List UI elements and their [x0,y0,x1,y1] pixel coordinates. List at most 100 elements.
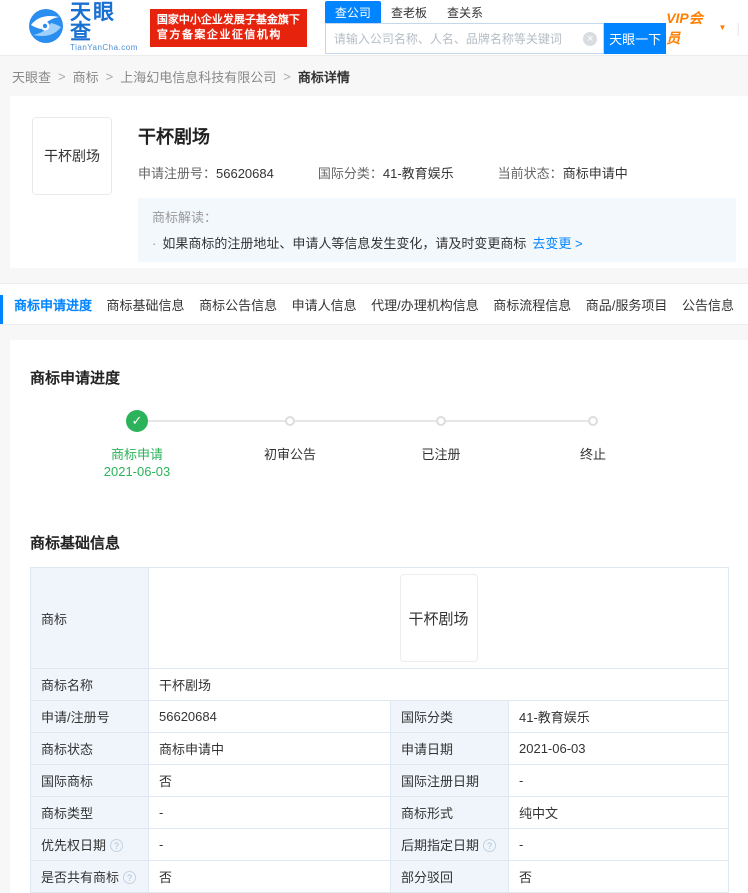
row-label-text: 优先权日期 [41,838,107,853]
row-label: 国际注册日期 [390,764,509,797]
page-title: 干杯剧场 [138,127,210,147]
trademark-summary-card: 干杯剧场 干杯剧场 申请注册号：56620684 国际分类：41-教育娱乐 当前… [10,96,748,268]
status-value: 商标申请中 [562,166,628,181]
breadcrumb-home[interactable]: 天眼查 [12,67,51,86]
chevron-down-icon: ▼ [718,23,727,32]
step-label-preliminary: 初审公告 [263,447,316,462]
basic-info-section-heading: 商标基础信息 [30,535,121,552]
tab-goods-services[interactable]: 商品/服务项目 [586,295,668,314]
help-icon[interactable]: ? [483,839,497,852]
main-content: 商标申请进度 ✓ 商标申请 初审公告 已注册 终止 2021-06-03 商标基… [10,340,748,893]
tab-application-progress[interactable]: 商标申请进度 [14,295,92,314]
badge-line1: 国家中小企业发展子基金旗下 [156,13,300,26]
tab-agency-info[interactable]: 代理/办理机构信息 [371,295,479,314]
row-value: 否 [148,764,391,797]
search-module: 查公司 查老板 查关系 × 天眼一下 [324,1,667,54]
go-change-link[interactable]: 去变更 > [532,236,582,251]
row-value: - [508,828,729,861]
step-label-registered: 已注册 [421,447,461,462]
row-value: 否 [508,860,729,893]
section-tabbar: 商标申请进度 商标基础信息 商标公告信息 申请人信息 代理/办理机构信息 商标流… [0,283,748,325]
status-label: 当前状态： [497,166,563,181]
top-header: 天眼查 TianYanCha.com 国家中小企业发展子基金旗下 官方备案企业征… [0,0,748,56]
table-row: 是否共有商标? 否 部分驳回 否 [30,860,729,893]
row-label: 优先权日期? [30,828,149,861]
table-row: 优先权日期? - 后期指定日期? - [30,828,729,861]
application-progress-stepper: ✓ 商标申请 初审公告 已注册 终止 2021-06-03 [30,410,728,502]
trademark-image: 干杯剧场 [399,574,478,662]
tab-basic-info[interactable]: 商标基础信息 [107,295,185,314]
row-label: 是否共有商标? [30,860,149,893]
row-value: - [508,764,729,797]
tab-process-info[interactable]: 商标流程信息 [493,295,571,314]
logo-name: 天眼查 [70,1,116,44]
government-certification-badge: 国家中小企业发展子基金旗下 官方备案企业征信机构 [149,8,307,47]
bullet: · [152,236,157,251]
tab-gazette-info[interactable]: 公告信息 [682,295,734,314]
vip-member-menu[interactable]: VIP会员 ▼ | [666,8,740,48]
row-value: 商标申请中 [148,732,391,765]
row-label: 商标 [30,567,149,669]
intl-class-label: 国际分类： [317,166,383,181]
interpretation-title: 商标解读： [152,210,218,225]
stepper-track [137,420,595,422]
tab-applicant-info[interactable]: 申请人信息 [292,295,357,314]
breadcrumb-company[interactable]: 上海幻电信息科技有限公司 [120,67,276,86]
logo-domain: TianYanCha.com [70,43,138,52]
intl-class-value: 41-教育娱乐 [382,166,454,181]
row-value: 2021-06-03 [508,732,729,765]
row-label-text: 是否共有商标 [41,870,120,885]
help-icon[interactable]: ? [110,839,124,852]
row-label: 商标形式 [390,796,509,829]
row-label: 商标状态 [30,732,149,765]
step-label-applied: 商标申请 [110,447,163,462]
search-input[interactable] [333,31,584,46]
row-label: 商标类型 [30,796,149,829]
search-tab-boss[interactable]: 查老板 [381,1,437,23]
tab-announcement-info[interactable]: 商标公告信息 [199,295,277,314]
row-value: 41-教育娱乐 [508,700,729,733]
breadcrumb-separator: > [105,68,114,84]
help-icon[interactable]: ? [123,871,137,884]
table-row: 商标 干杯剧场 [30,567,729,669]
step-date: 2021-06-03 [103,464,171,479]
search-button[interactable]: 天眼一下 [604,23,667,54]
trademark-image: 干杯剧场 [32,117,112,195]
row-label: 申请日期 [390,732,509,765]
search-tab-company[interactable]: 查公司 [324,1,381,23]
step-label-terminated: 终止 [579,447,606,462]
row-value: - [148,796,391,829]
step-circle [588,416,598,426]
summary-fields: 申请注册号：56620684 国际分类：41-教育娱乐 当前状态：商标申请中 [138,163,736,182]
table-row: 商标类型 - 商标形式 纯中文 [30,796,729,829]
tianyancha-logo[interactable]: 天眼查 TianYanCha.com [28,1,138,52]
row-label: 后期指定日期? [390,828,509,861]
row-value: 纯中文 [508,796,729,829]
trademark-image-cell: 干杯剧场 [148,567,729,669]
row-value: - [148,828,391,861]
header-divider: | [736,19,740,36]
row-value: 否 [148,860,391,893]
search-tabs: 查公司 查老板 查关系 [324,1,666,23]
table-row: 国际商标 否 国际注册日期 - [30,764,729,797]
breadcrumb-trademark[interactable]: 商标 [73,67,99,86]
table-row: 申请/注册号 56620684 国际分类 41-教育娱乐 [30,700,729,733]
row-value: 56620684 [148,700,391,733]
vip-label: VIP会员 [666,9,703,46]
basic-info-table: 商标 干杯剧场 商标名称 干杯剧场 申请/注册号 56620684 国际分类 4… [30,567,729,893]
progress-section-heading: 商标申请进度 [30,370,121,387]
reg-number-value: 56620684 [216,166,274,181]
clear-search-icon[interactable]: × [583,31,598,46]
check-icon: ✓ [126,410,148,432]
row-label: 部分驳回 [390,860,509,893]
row-label-text: 后期指定日期 [401,838,480,853]
table-row: 商标状态 商标申请中 申请日期 2021-06-03 [30,732,729,765]
breadcrumb-separator: > [58,68,66,84]
row-value: 干杯剧场 [148,668,729,701]
tianyancha-logo-icon [28,8,64,47]
row-label: 国际商标 [30,764,149,797]
search-tab-relation[interactable]: 查关系 [437,1,493,23]
row-label: 商标名称 [30,668,149,701]
search-input-wrap: × [324,23,605,54]
table-row: 商标名称 干杯剧场 [30,668,729,701]
